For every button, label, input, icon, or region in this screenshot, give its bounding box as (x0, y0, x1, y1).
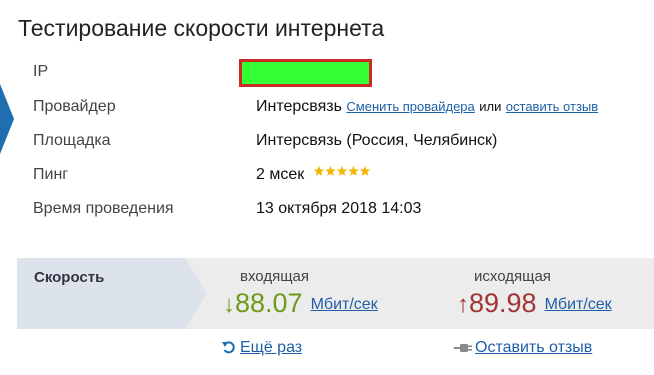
upload-unit-link[interactable]: Мбит/сек (545, 296, 612, 313)
ping-rating (313, 161, 371, 185)
ping-value: 2 мсек (256, 166, 305, 184)
download-unit-link[interactable]: Мбит/сек (311, 296, 378, 313)
speed-tab: Скорость (17, 258, 207, 334)
upload-heading: исходящая (474, 268, 551, 285)
upload-column: исходящая ↑89.98 Мбит/сек (457, 258, 654, 329)
rating-star-icon (347, 165, 359, 176)
speed-label: Скорость (34, 269, 105, 286)
server-label: Площадка (33, 132, 111, 149)
provider-separator: или (479, 99, 502, 114)
rating-star-icon (324, 165, 336, 176)
download-value-group: ↓88.07 Мбит/сек (223, 288, 378, 320)
ip-label: IP (33, 63, 49, 80)
time-value: 13 октября 2018 14:03 (256, 200, 422, 217)
retry-icon[interactable] (222, 341, 236, 360)
info-row-provider: Провайдер Интерсвязь Сменить провайдера … (0, 95, 654, 119)
server-value: Интерсвязь (Россия, Челябинск) (256, 132, 498, 149)
provider-value-group: Интерсвязь Сменить провайдера или остави… (256, 95, 598, 119)
up-arrow-icon: ↑ (457, 291, 469, 318)
ping-label: Пинг (33, 166, 69, 183)
info-row-server: Площадка Интерсвязь (Россия, Челябинск) (0, 129, 654, 153)
rating-star-icon (359, 165, 371, 176)
leave-review-link[interactable]: Оставить отзыв (475, 339, 592, 357)
retry-link[interactable]: Ещё раз (240, 339, 302, 357)
down-arrow-icon: ↓ (223, 291, 235, 318)
upload-value-group: ↑89.98 Мбит/сек (457, 288, 612, 320)
ip-redacted-box (239, 59, 372, 87)
provider-label: Провайдер (33, 98, 116, 115)
download-value: 88.07 (235, 288, 303, 318)
provider-review-link[interactable]: оставить отзыв (506, 99, 598, 114)
download-column: входящая ↓88.07 Мбит/сек (223, 258, 453, 329)
ping-value-group: 2 мсек (256, 163, 371, 187)
info-row-time: Время проведения 13 октября 2018 14:03 (0, 197, 654, 221)
plug-icon[interactable] (454, 341, 472, 360)
provider-name: Интерсвязь (256, 98, 342, 115)
time-label: Время проведения (33, 200, 174, 217)
info-row-ping: Пинг 2 мсек (0, 163, 654, 187)
rating-star-icon (336, 165, 348, 176)
speed-panel: Скорость входящая ↓88.07 Мбит/сек исходящ… (17, 258, 654, 329)
upload-value: 89.98 (469, 288, 537, 318)
change-provider-link[interactable]: Сменить провайдера (346, 99, 474, 114)
download-heading: входящая (240, 268, 309, 285)
rating-star-icon (313, 165, 325, 176)
page-title: Тестирование скорости интернета (18, 15, 385, 41)
